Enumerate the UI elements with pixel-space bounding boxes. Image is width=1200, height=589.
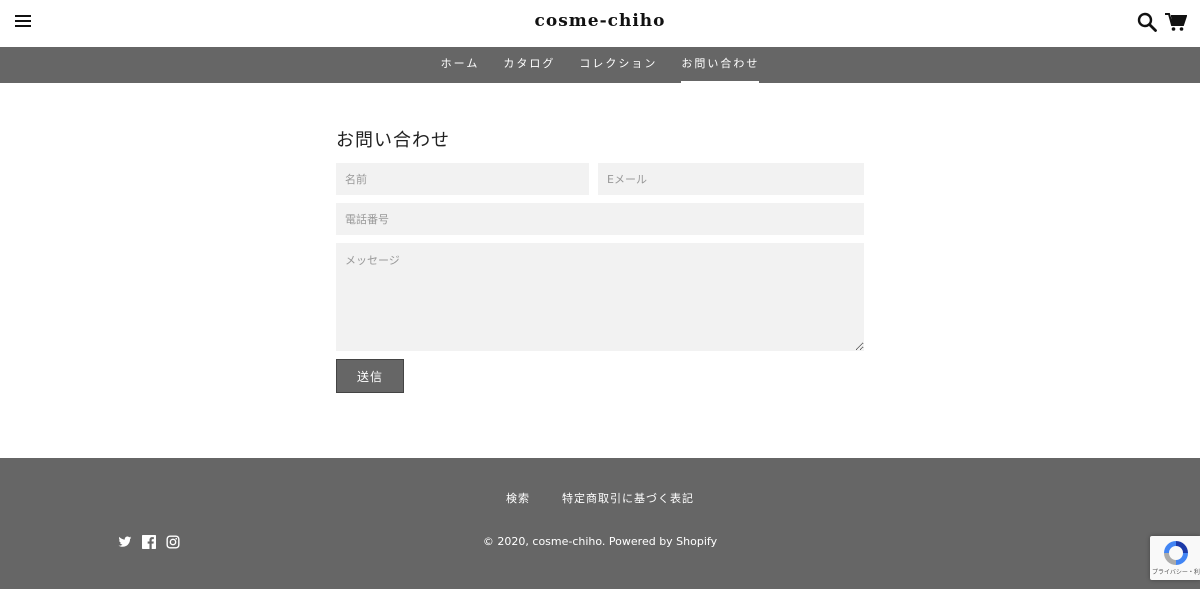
search-icon[interactable]	[1137, 12, 1157, 32]
recaptcha-badge[interactable]: プライバシー・利用規約	[1150, 536, 1200, 580]
nav-list: ホーム カタログ コレクション お問い合わせ	[0, 47, 1200, 83]
nav-item-1[interactable]: カタログ	[491, 47, 567, 83]
recaptcha-icon	[1164, 541, 1188, 565]
name-field[interactable]	[336, 163, 589, 195]
site-logo[interactable]: cosme-chiho	[0, 11, 1200, 31]
page-title: お問い合わせ	[336, 130, 450, 151]
nav-item-3[interactable]: お問い合わせ	[669, 47, 771, 83]
copyright-text: © 2020, cosme-chiho. Powered by Shopify	[482, 535, 718, 548]
site-footer: 検索 特定商取引に基づく表記 © 2020, cosme-chiho. Powe…	[0, 458, 1200, 589]
footer-links: 検索 特定商取引に基づく表記	[0, 490, 1200, 506]
footer-link-search[interactable]: 検索	[506, 490, 530, 506]
nav-item-0[interactable]: ホーム	[429, 47, 492, 83]
footer-link-legal[interactable]: 特定商取引に基づく表記	[562, 490, 694, 506]
site-header: cosme-chiho	[0, 0, 1200, 47]
nav-item-2[interactable]: コレクション	[567, 47, 669, 83]
cart-icon[interactable]	[1165, 12, 1188, 32]
recaptcha-terms[interactable]: プライバシー・利用規約	[1152, 567, 1200, 576]
message-field[interactable]	[336, 243, 864, 351]
email-field[interactable]	[598, 163, 864, 195]
phone-field[interactable]	[336, 203, 864, 235]
submit-button[interactable]: 送信	[336, 359, 404, 393]
main-nav: ホーム カタログ コレクション お問い合わせ	[0, 47, 1200, 83]
